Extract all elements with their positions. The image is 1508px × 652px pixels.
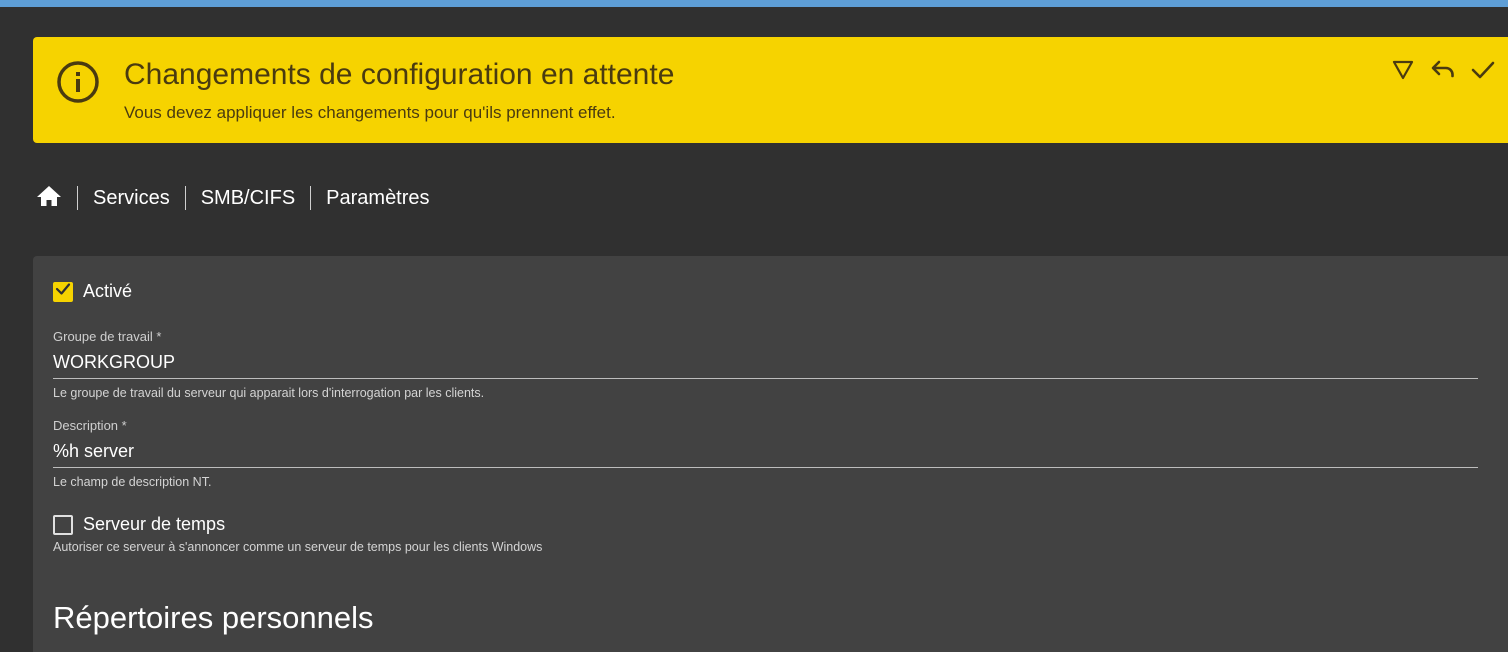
breadcrumb-separator (184, 186, 186, 210)
show-details-button[interactable] (1390, 59, 1416, 85)
description-input[interactable]: %h server (53, 439, 1478, 468)
breadcrumb-item-parametres[interactable]: Paramètres (326, 187, 429, 210)
apply-button[interactable] (1470, 59, 1496, 85)
banner-title: Changements de configuration en attente (124, 58, 675, 91)
triangle-down-icon (1392, 59, 1414, 86)
workgroup-input[interactable]: WORKGROUP (53, 350, 1478, 379)
breadcrumb-separator (77, 186, 78, 210)
breadcrumb: Services SMB/CIFS Paramètres (35, 184, 430, 212)
banner-actions (1390, 59, 1496, 85)
info-circle-icon (56, 60, 100, 104)
check-icon (1471, 60, 1495, 85)
banner-subtitle: Vous devez appliquer les changements pou… (124, 103, 616, 122)
breadcrumb-separator (310, 186, 312, 210)
home-icon (36, 185, 62, 212)
workgroup-label: Groupe de travail * (53, 329, 162, 344)
time-server-checkbox[interactable] (53, 514, 73, 535)
time-server-label: Serveur de temps (83, 514, 226, 534)
description-field: Description * %h server Le champ de desc… (53, 418, 1478, 489)
undo-icon (1430, 59, 1456, 86)
enabled-checkbox[interactable] (53, 281, 73, 302)
pending-changes-banner: Changements de configuration en attente … (33, 37, 1508, 143)
enabled-label: Activé (83, 281, 133, 301)
workgroup-field: Groupe de travail * WORKGROUP Le groupe … (53, 329, 1478, 400)
enabled-row[interactable]: Activé (53, 281, 132, 302)
checkmark-icon (55, 282, 71, 301)
breadcrumb-item-services[interactable]: Services (93, 187, 170, 210)
description-label: Description * (53, 418, 127, 433)
workgroup-hint: Le groupe de travail du serveur qui appa… (53, 386, 485, 400)
undo-button[interactable] (1430, 59, 1456, 85)
time-server-hint: Autoriser ce serveur à s'annoncer comme … (53, 540, 543, 554)
breadcrumb-item-smb-cifs[interactable]: SMB/CIFS (201, 187, 295, 210)
home-directories-section-title: Répertoires personnels (53, 600, 374, 635)
breadcrumb-home[interactable] (35, 185, 62, 212)
settings-form-card: Activé Groupe de travail * WORKGROUP Le … (33, 256, 1508, 652)
top-accent-bar (0, 0, 1508, 7)
time-server-row[interactable]: Serveur de temps (53, 514, 225, 535)
description-hint: Le champ de description NT. (53, 475, 212, 489)
